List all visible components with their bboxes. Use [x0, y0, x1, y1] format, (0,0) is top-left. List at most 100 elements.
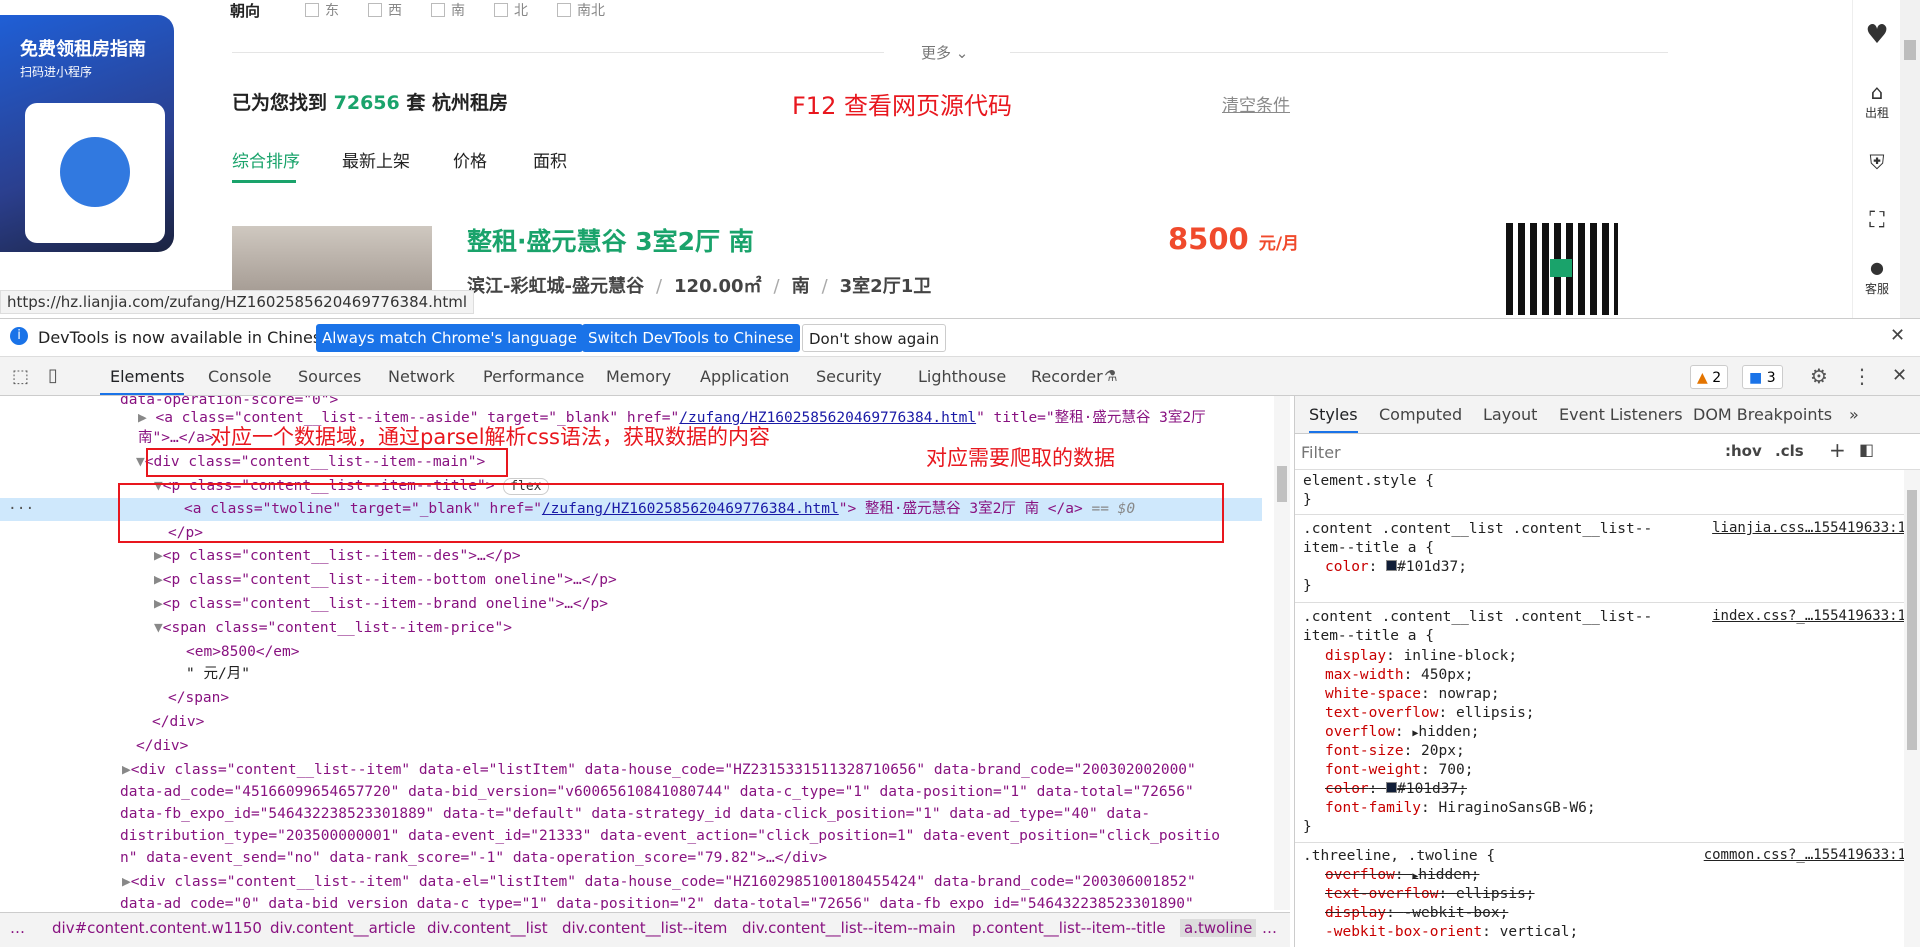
sort-comprehensive[interactable]: 综合排序 — [232, 147, 300, 172]
tab-recorder[interactable]: Recorder — [1031, 367, 1103, 386]
messages-badge[interactable]: ■ 3 — [1742, 365, 1783, 389]
stylesheet-link[interactable]: common.css?_…155419633:1 — [1704, 847, 1906, 863]
dom-line[interactable]: ▶<div class="content__list--item" data-e… — [122, 872, 1196, 892]
tab-console[interactable]: Console — [208, 367, 272, 386]
style-declaration[interactable]: text-overflow: ellipsis; — [1325, 704, 1535, 723]
more-filters-button[interactable]: 更多 ⌄ — [921, 42, 968, 63]
style-declaration-overridden[interactable]: color: #101d37; — [1325, 780, 1467, 799]
tab-sources[interactable]: Sources — [298, 367, 361, 386]
tab-memory[interactable]: Memory — [606, 367, 671, 386]
style-declaration[interactable]: overflow: ▶hidden; — [1325, 723, 1479, 742]
styles-scrollbar[interactable] — [1904, 470, 1920, 947]
cls-toggle[interactable]: .cls — [1775, 442, 1804, 460]
tab-lighthouse[interactable]: Lighthouse — [918, 367, 1006, 386]
breadcrumb-item-active[interactable]: a.twoline — [1180, 919, 1257, 937]
device-toggle-icon[interactable]: ▯ — [48, 365, 58, 386]
warnings-badge[interactable]: ▲ 2 — [1690, 365, 1729, 389]
breadcrumb-item[interactable]: div#content.content.w1150 — [52, 919, 262, 937]
house-icon[interactable]: ⌂ — [1853, 80, 1901, 104]
plus-icon[interactable]: + — [1829, 438, 1846, 462]
listing-title[interactable]: 整租·盛元慧谷 3室2厅 南 — [467, 222, 754, 258]
mini-program-ad[interactable]: 免费领租房指南 扫码进小程序 — [0, 15, 174, 252]
tab-performance[interactable]: Performance — [483, 367, 584, 386]
scroll-thumb[interactable] — [1277, 466, 1287, 502]
dom-line[interactable]: ▶<p class="content__list--item--des">…</… — [154, 546, 521, 566]
dom-line[interactable]: data-fb_expo_id="546432238523301889" dat… — [120, 804, 1150, 824]
style-declaration[interactable]: font-weight: 700; — [1325, 761, 1473, 780]
scroll-thumb[interactable] — [1907, 490, 1917, 750]
dom-text-node[interactable]: " 元/月" — [186, 664, 250, 684]
style-declaration[interactable]: font-family: HiraginoSansGB-W6; — [1325, 799, 1596, 818]
stylesheet-link[interactable]: index.css?_…155419633:1 — [1712, 608, 1906, 624]
sort-newest[interactable]: 最新上架 — [342, 147, 410, 172]
tab-event-listeners[interactable]: Event Listeners — [1559, 405, 1683, 424]
page-scrollbar[interactable] — [1900, 0, 1920, 318]
style-declaration[interactable]: white-space: nowrap; — [1325, 685, 1500, 704]
scan-icon[interactable]: ⛶ — [1853, 208, 1901, 233]
orientation-south-north[interactable]: 南北 — [557, 0, 605, 20]
more-options-icon[interactable]: ⋮ — [1852, 364, 1872, 388]
dom-line[interactable]: </div> — [152, 712, 204, 732]
orientation-north[interactable]: 北 — [494, 0, 528, 20]
style-declaration[interactable]: font-size: 20px; — [1325, 742, 1465, 761]
more-dots-icon[interactable]: ··· — [8, 499, 34, 519]
dom-line[interactable]: ▼<span class="content__list--item-price"… — [154, 618, 512, 638]
tab-dom-breakpoints[interactable]: DOM Breakpoints — [1693, 405, 1832, 424]
hov-toggle[interactable]: :hov — [1725, 442, 1762, 460]
stylesheet-link[interactable]: lianjia.css…155419633:1 — [1712, 520, 1906, 536]
rent-out-label[interactable]: 出租 — [1853, 104, 1901, 121]
breadcrumb-item[interactable]: div.content__list--item — [562, 919, 727, 937]
scroll-thumb[interactable] — [1904, 40, 1916, 60]
dont-show-again-button[interactable]: Don't show again — [802, 324, 947, 352]
tab-styles[interactable]: Styles — [1309, 405, 1358, 433]
breadcrumb-more[interactable]: … — [1262, 919, 1277, 937]
breadcrumb-more[interactable]: … — [10, 919, 25, 937]
style-declaration[interactable]: display: inline-block; — [1325, 647, 1517, 666]
sort-price[interactable]: 价格 — [453, 147, 487, 172]
orientation-west[interactable]: 西 — [368, 0, 402, 20]
tab-application[interactable]: Application — [700, 367, 789, 386]
breadcrumb-item[interactable]: div.content__list--item--main — [742, 919, 956, 937]
tab-layout[interactable]: Layout — [1483, 405, 1537, 424]
elements-scrollbar[interactable] — [1274, 396, 1290, 910]
switch-chinese-button[interactable]: Switch DevTools to Chinese — [582, 324, 800, 352]
dom-line[interactable]: </span> — [168, 688, 229, 708]
inspect-icon[interactable]: ⬚ — [12, 366, 29, 387]
service-label[interactable]: 客服 — [1853, 280, 1901, 297]
close-icon[interactable]: ✕ — [1890, 325, 1905, 346]
style-declaration-overridden[interactable]: text-overflow: ellipsis; — [1325, 885, 1535, 904]
tab-computed[interactable]: Computed — [1379, 405, 1462, 424]
orientation-south[interactable]: 南 — [431, 0, 465, 20]
chat-icon[interactable]: ● — [1853, 258, 1901, 277]
style-declaration-overridden[interactable]: overflow: ▶hidden; — [1325, 866, 1479, 885]
dom-line[interactable]: ▶<div class="content__list--item" data-e… — [122, 760, 1196, 780]
style-declaration-overridden[interactable]: display: -webkit-box; — [1325, 904, 1508, 923]
clear-conditions-link[interactable]: 清空条件 — [1222, 91, 1290, 116]
dom-line[interactable]: 南">…</a> — [138, 428, 214, 448]
tab-network[interactable]: Network — [388, 367, 455, 386]
dom-line[interactable]: data-ad_code="45166099654657720" data-bi… — [120, 782, 1194, 802]
dom-line[interactable]: distribution_type="203500000001" data-ev… — [120, 826, 1220, 846]
dom-line[interactable]: ▶<p class="content__list--item--bottom o… — [154, 570, 617, 590]
styles-filter-input[interactable] — [1301, 440, 1705, 464]
sidebar-toggle-icon[interactable]: ◧ — [1859, 440, 1874, 459]
dom-line[interactable]: <em>8500</em> — [186, 642, 300, 662]
breadcrumb-item[interactable]: div.content__article — [270, 919, 416, 937]
breadcrumb-item[interactable]: div.content__list — [427, 919, 548, 937]
breadcrumb-item[interactable]: p.content__list--item--title — [972, 919, 1166, 937]
style-declaration[interactable]: -webkit-box-orient: vertical; — [1325, 923, 1578, 942]
style-declaration[interactable]: max-width: 450px; — [1325, 666, 1473, 685]
close-devtools-icon[interactable]: ✕ — [1892, 365, 1907, 386]
dom-line[interactable]: n" data-event_send="no" data-rank_score=… — [120, 848, 827, 868]
dom-line[interactable]: </div> — [136, 736, 188, 756]
dom-line[interactable]: data-ad_code="0" data-bid_version data-c… — [120, 894, 1194, 910]
dom-line[interactable]: ▶<p class="content__list--item--brand on… — [154, 594, 608, 614]
match-language-button[interactable]: Always match Chrome's language — [316, 324, 583, 352]
heart-icon[interactable]: ♥ — [1853, 20, 1901, 50]
shield-icon[interactable]: ⛨ — [1853, 150, 1901, 174]
sort-area[interactable]: 面积 — [533, 147, 567, 172]
more-tabs-icon[interactable]: » — [1849, 405, 1859, 424]
gear-icon[interactable]: ⚙ — [1810, 364, 1828, 388]
tab-elements[interactable]: Elements — [110, 367, 185, 386]
style-declaration[interactable]: color: #101d37; — [1325, 558, 1467, 577]
